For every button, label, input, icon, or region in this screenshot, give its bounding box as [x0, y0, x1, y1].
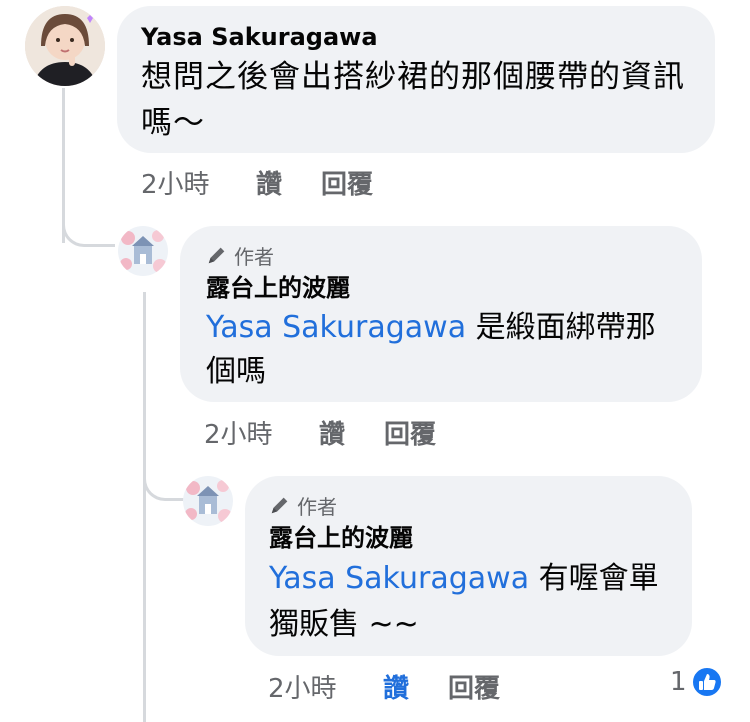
- comment-text: Yasa Sakuragawa 是緞面綁帶那個嗎: [206, 306, 676, 394]
- comment-actions: 2小時 讚 回覆: [268, 668, 500, 705]
- thread-line-reply-curve: [143, 464, 184, 501]
- comment-timestamp[interactable]: 2小時: [141, 164, 256, 201]
- pen-icon: [208, 247, 225, 264]
- author-badge: 作者: [269, 490, 670, 520]
- author-badge-label: 作者: [234, 244, 274, 269]
- page-logo-icon: [183, 476, 233, 526]
- like-button[interactable]: 讚: [319, 414, 384, 451]
- thumbs-up-icon: [690, 666, 723, 698]
- comment-actions: 2小時 讚 回覆: [204, 414, 436, 451]
- like-button[interactable]: 讚: [256, 164, 321, 201]
- reply-button[interactable]: 回覆: [448, 668, 500, 705]
- comment-bubble: Yasa Sakuragawa 想問之後會出搭紗裙的那個腰帶的資訊嗎～: [117, 6, 715, 153]
- mention-link[interactable]: Yasa Sakuragawa: [206, 310, 466, 345]
- page-avatar[interactable]: [183, 476, 233, 526]
- author-badge: 作者: [206, 240, 676, 270]
- reaction-summary[interactable]: 1: [670, 666, 723, 698]
- comment-author[interactable]: Yasa Sakuragawa: [141, 20, 691, 54]
- comment-timestamp[interactable]: 2小時: [268, 668, 383, 705]
- pen-icon: [271, 497, 288, 514]
- comment-bubble: 作者 露台上的波麗 Yasa Sakuragawa 有喔會單獨販售 ~~: [245, 476, 692, 656]
- comment-bubble: 作者 露台上的波麗 Yasa Sakuragawa 是緞面綁帶那個嗎: [180, 226, 702, 402]
- reply-button[interactable]: 回覆: [384, 414, 436, 451]
- author-badge-label: 作者: [297, 494, 337, 519]
- thread-line-reply: [143, 292, 146, 722]
- page-logo-icon: [118, 226, 168, 276]
- thread-line-main-curve: [62, 214, 115, 247]
- comment-timestamp[interactable]: 2小時: [204, 414, 319, 451]
- reply-button[interactable]: 回覆: [321, 164, 373, 201]
- mention-link[interactable]: Yasa Sakuragawa: [269, 561, 529, 596]
- page-avatar[interactable]: [118, 226, 168, 276]
- like-button[interactable]: 讚: [383, 668, 448, 705]
- comment-text: 想問之後會出搭紗裙的那個腰帶的資訊嗎～: [141, 59, 685, 141]
- comment-author[interactable]: 露台上的波麗: [269, 520, 670, 556]
- comment-author[interactable]: 露台上的波麗: [206, 270, 676, 306]
- comment-actions: 2小時 讚 回覆: [141, 164, 373, 201]
- user-photo-icon: [25, 6, 105, 86]
- avatar[interactable]: [25, 6, 105, 86]
- reaction-count: 1: [670, 667, 687, 697]
- comment-text: Yasa Sakuragawa 有喔會單獨販售 ~~: [269, 556, 669, 648]
